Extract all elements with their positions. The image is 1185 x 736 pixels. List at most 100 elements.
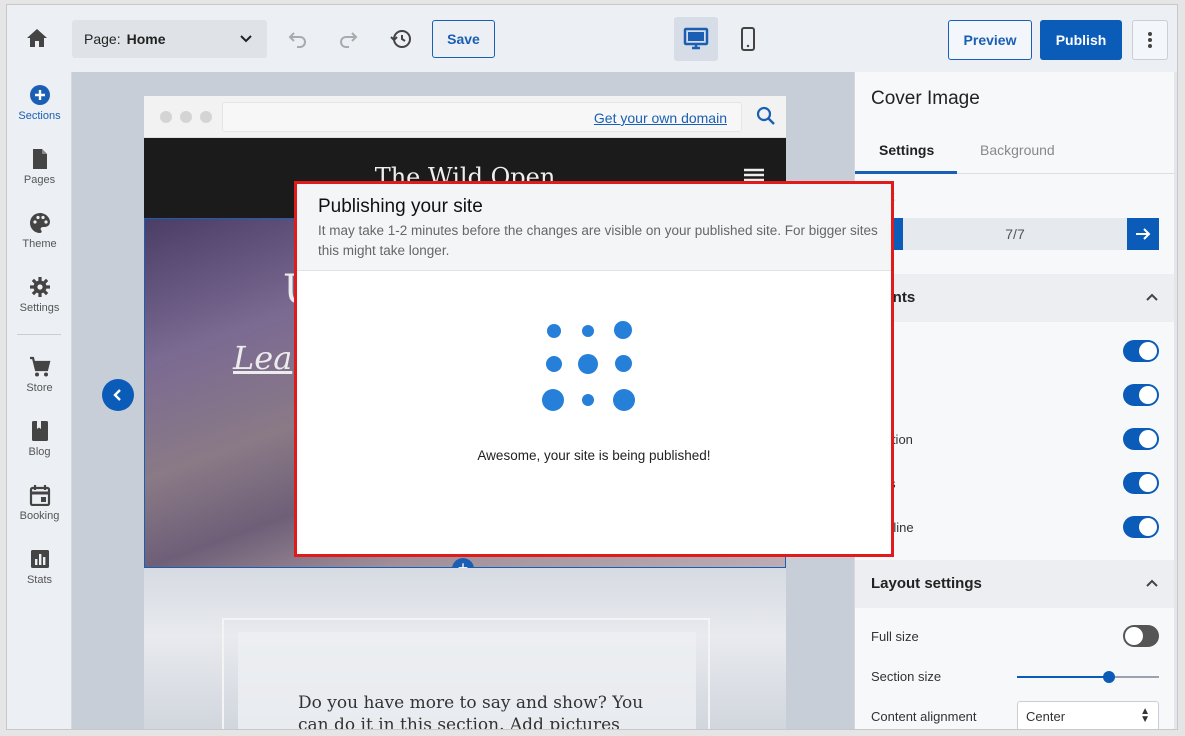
window-dot — [160, 111, 172, 123]
full-size-row: Full size — [871, 625, 1159, 649]
text-card: Do you have more to say and show? You ca… — [222, 618, 710, 730]
layout-stepper: 7/7 — [871, 218, 1159, 250]
page-selector-value: Home — [126, 31, 166, 47]
mobile-view-button[interactable] — [726, 17, 770, 61]
mobile-icon — [741, 27, 755, 51]
layout-settings-header[interactable]: Layout settings — [855, 560, 1175, 608]
tab-background[interactable]: Background — [980, 142, 1055, 158]
url-bar: Get your own domain — [222, 102, 742, 132]
home-icon[interactable] — [25, 27, 53, 51]
browser-bar: Get your own domain — [144, 96, 786, 138]
hamburger-menu-icon[interactable] — [744, 168, 764, 182]
cover-link[interactable]: Lea — [233, 339, 292, 377]
sidebar-item-booking[interactable]: Booking — [7, 484, 72, 522]
get-domain-link[interactable]: Get your own domain — [594, 110, 727, 126]
text-section[interactable]: Do you have more to say and show? You ca… — [144, 568, 786, 730]
sidebar-divider — [17, 334, 61, 335]
sidebar-item-pages[interactable]: Pages — [7, 148, 72, 186]
sidebar-item-label: Stats — [26, 574, 53, 586]
save-button[interactable]: Save — [432, 20, 495, 58]
content-alignment-label: Content alignment — [871, 709, 977, 724]
page-selector[interactable]: Page: Home — [72, 20, 267, 58]
history-icon[interactable] — [389, 27, 415, 51]
full-size-toggle[interactable] — [1123, 625, 1159, 647]
element-toggle[interactable] — [1123, 472, 1159, 494]
spinner-dot — [578, 354, 598, 374]
left-sidebar: Sections Pages Theme Settings Store Blog… — [7, 72, 72, 729]
dialog-header: Publishing your site It may take 1-2 min… — [297, 184, 891, 271]
sidebar-item-stats[interactable]: Stats — [7, 548, 72, 586]
more-options-button[interactable] — [1132, 20, 1168, 60]
section-size-row: Section size — [871, 665, 1159, 689]
page-selector-label: Page: — [84, 31, 121, 47]
full-size-label: Full size — [871, 629, 919, 644]
undo-icon[interactable] — [285, 27, 311, 51]
spinner-dot — [547, 324, 561, 338]
section-size-slider[interactable] — [1017, 671, 1159, 683]
sidebar-item-label: Pages — [23, 174, 56, 186]
elements-section-header[interactable]: ments — [855, 274, 1175, 322]
properties-panel: Cover Image Settings Background out 7/7 … — [854, 72, 1175, 729]
previous-layout-button[interactable] — [102, 379, 134, 411]
element-toggle[interactable] — [1123, 340, 1159, 362]
content-alignment-select[interactable]: Center ▲ ▼ — [1017, 701, 1159, 729]
element-row: title — [871, 384, 1159, 408]
sidebar-item-label: Sections — [18, 110, 61, 122]
redo-icon[interactable] — [337, 27, 363, 51]
spinner-dot — [582, 394, 594, 406]
more-vertical-icon — [1148, 32, 1152, 48]
dialog-title: Publishing your site — [318, 196, 483, 217]
active-tab-indicator — [855, 171, 957, 174]
element-toggle[interactable] — [1123, 384, 1159, 406]
content-alignment-value: Center — [1026, 709, 1066, 724]
panel-tabs: Settings Background — [855, 128, 1175, 174]
element-row: tons — [871, 472, 1159, 496]
sidebar-item-store[interactable]: Store — [7, 356, 72, 394]
chevron-up-icon — [1146, 293, 1158, 301]
preview-button[interactable]: Preview — [948, 20, 1032, 60]
sidebar-item-settings[interactable]: Settings — [7, 276, 72, 314]
spinner-dot — [546, 356, 562, 372]
content-alignment-row: Content alignment Center ▲ ▼ — [871, 701, 1159, 729]
sidebar-item-theme[interactable]: Theme — [7, 212, 72, 250]
spinner-dot — [614, 321, 632, 339]
cart-icon — [29, 356, 50, 377]
desktop-icon — [683, 27, 709, 50]
publish-button[interactable]: Publish — [1040, 20, 1122, 60]
section-size-fill — [1017, 676, 1110, 678]
sidebar-item-label: Booking — [19, 510, 60, 522]
element-toggle[interactable] — [1123, 516, 1159, 538]
layout-stepper-value: 7/7 — [1005, 226, 1025, 242]
chevron-down-icon — [240, 35, 252, 43]
updown-icon: ▲ ▼ — [1140, 706, 1150, 725]
loading-spinner-icon — [542, 318, 646, 422]
search-icon[interactable] — [756, 106, 776, 126]
panel-scrollbar[interactable] — [1174, 72, 1177, 729]
spinner-dot — [582, 325, 594, 337]
window-dot — [200, 111, 212, 123]
element-row: cription — [871, 428, 1159, 452]
sidebar-item-label: Blog — [28, 446, 51, 458]
layout-next-button[interactable] — [1127, 218, 1159, 250]
element-row: der line — [871, 516, 1159, 540]
text-card-body: Do you have more to say and show? You ca… — [298, 693, 644, 730]
arrow-right-icon — [1136, 228, 1151, 240]
add-circle-icon — [29, 85, 50, 105]
desktop-view-button[interactable] — [674, 17, 718, 61]
bar-chart-icon — [30, 550, 49, 568]
sidebar-item-label: Theme — [22, 238, 57, 250]
publishing-dialog: Publishing your site It may take 1-2 min… — [294, 181, 894, 557]
panel-title: Cover Image — [871, 88, 980, 109]
sidebar-item-sections[interactable]: Sections — [7, 84, 72, 122]
section-size-thumb[interactable] — [1103, 671, 1116, 683]
top-toolbar: Page: Home Save Preview Publish — [7, 5, 1177, 72]
section-size-label: Section size — [871, 669, 942, 684]
chevron-left-icon — [113, 389, 121, 401]
sidebar-item-label: Store — [26, 382, 53, 394]
book-icon — [31, 421, 48, 441]
tab-settings[interactable]: Settings — [879, 142, 934, 158]
element-toggle[interactable] — [1123, 428, 1159, 450]
sidebar-item-blog[interactable]: Blog — [7, 420, 72, 458]
spinner-dot — [613, 389, 635, 411]
text-card-inner: Do you have more to say and show? You ca… — [238, 632, 696, 730]
